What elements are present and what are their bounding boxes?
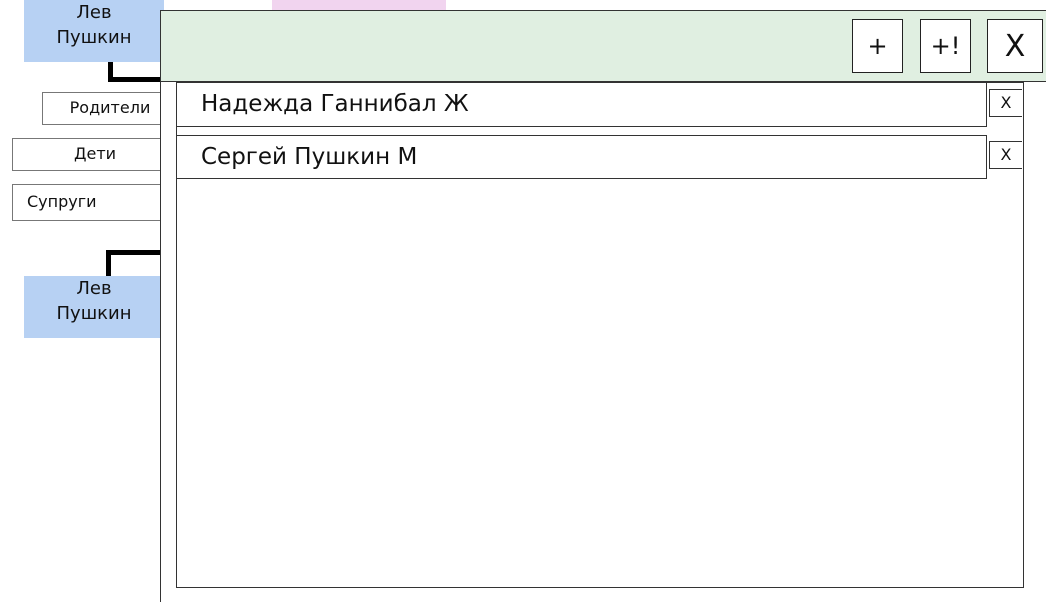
list-item-name[interactable]: Надежда Ганнибал Ж (177, 83, 987, 127)
person-list: Надежда Ганнибал Ж X Сергей Пушкин М X (176, 82, 1024, 588)
dialog-header: + +! X (161, 10, 1046, 82)
close-button[interactable]: X (987, 19, 1043, 73)
remove-item-button[interactable]: X (989, 141, 1022, 169)
tree-connector-line (108, 77, 168, 82)
person-node[interactable]: Лев Пушкин (24, 276, 164, 338)
remove-item-button[interactable]: X (989, 89, 1022, 117)
person-first-name: Лев (76, 2, 112, 23)
add-main-button[interactable]: +! (920, 19, 971, 73)
spouses-button[interactable]: Супруги (12, 184, 178, 221)
selection-dialog: + +! X Надежда Ганнибал Ж X Сергей Пушки… (160, 10, 1046, 602)
tree-connector-line (106, 250, 166, 255)
parents-button[interactable]: Родители (42, 92, 178, 125)
list-item[interactable]: Сергей Пушкин М X (177, 135, 1024, 179)
person-last-name: Пушкин (56, 303, 132, 324)
person-node-partial[interactable] (272, 0, 446, 10)
person-last-name: Пушкин (56, 27, 132, 48)
children-button[interactable]: Дети (12, 138, 178, 171)
add-button[interactable]: + (852, 19, 903, 73)
person-first-name: Лев (76, 278, 112, 299)
person-node[interactable]: Лев Пушкин (24, 0, 164, 62)
list-item-name[interactable]: Сергей Пушкин М (177, 135, 987, 179)
list-item[interactable]: Надежда Ганнибал Ж X (177, 83, 1024, 127)
